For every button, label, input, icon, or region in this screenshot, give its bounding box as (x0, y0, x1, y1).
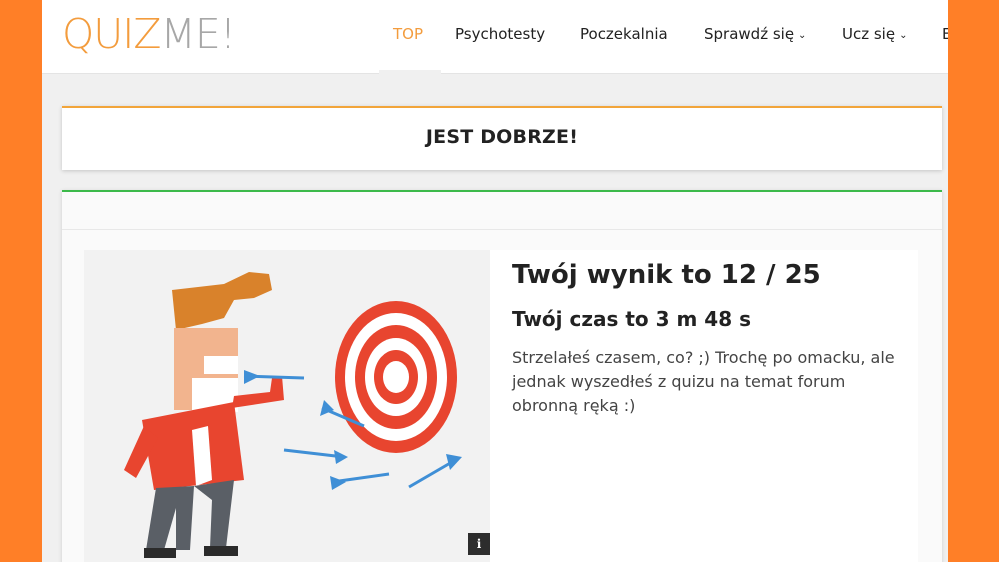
nav-item-poczekalnia[interactable]: Poczekalnia (580, 24, 668, 44)
nav-item-sprawdz-sie[interactable]: Sprawdź się ⌄ (704, 24, 806, 47)
nav-item-ucz-sie-label: Ucz się (842, 25, 896, 43)
nav-item-psychotesty-label: Psychotesty (455, 25, 546, 43)
nav-item-top[interactable]: TOP (393, 24, 423, 44)
site-header: QUIZME! TOP Psychotesty Poczekalnia Spra… (42, 0, 948, 74)
nav-item-ucz-sie[interactable]: Ucz się ⌄ (842, 24, 907, 47)
score-heading: Twój wynik to 12 / 25 (512, 260, 821, 290)
divider (62, 229, 942, 230)
nav-item-poczekalnia-label: Poczekalnia (580, 25, 668, 43)
result-description: Strzelałeś czasem, co? ;) Trochę po omac… (512, 348, 895, 415)
result-card: i Twój wynik to 12 / 25 Twój czas to 3 m… (84, 250, 918, 562)
chevron-down-icon: ⌄ (798, 30, 807, 41)
nav-item-psychotesty[interactable]: Psychotesty (455, 24, 545, 44)
nav-active-indicator (379, 70, 441, 74)
info-icon[interactable]: i (468, 533, 490, 555)
result-banner: JEST DOBRZE! (62, 106, 942, 170)
target-icon (335, 301, 457, 453)
time-heading: Twój czas to 3 m 48 s (512, 307, 751, 331)
nav-item-top-label: TOP (393, 25, 424, 43)
illustration-svg (124, 272, 462, 558)
result-content-box: i Twój wynik to 12 / 25 Twój czas to 3 m… (62, 190, 942, 562)
nav-item-overflow[interactable]: E (942, 24, 948, 44)
darts-target-illustration (84, 250, 490, 562)
page-frame: QUIZME! TOP Psychotesty Poczekalnia Spra… (42, 0, 948, 562)
nav-item-sprawdz-sie-label: Sprawdź się (704, 25, 795, 43)
main-nav: TOP Psychotesty Poczekalnia Sprawdź się ⌄… (42, 0, 948, 74)
banner-title: JEST DOBRZE! (425, 126, 579, 148)
nav-item-overflow-label: E (942, 25, 948, 43)
chevron-down-icon: ⌄ (899, 30, 908, 41)
